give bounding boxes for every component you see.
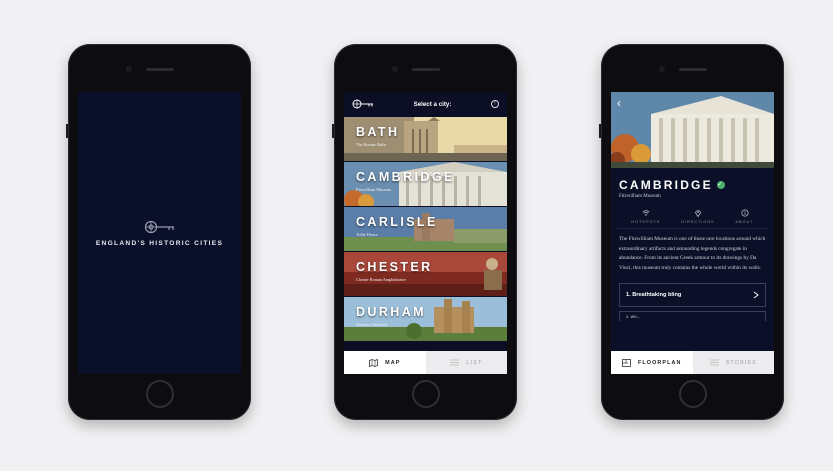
home-button[interactable] <box>411 380 440 408</box>
city-card-carlisle[interactable]: CARLISLE Tullie House <box>344 207 507 251</box>
app-title: ENGLAND'S HISTORIC CITIES <box>95 239 224 247</box>
front-camera <box>659 66 665 72</box>
earpiece-speaker <box>678 68 707 71</box>
list-icon <box>709 359 719 366</box>
city-name: CARLISLE <box>356 215 438 229</box>
chevron-right-icon <box>753 291 759 299</box>
splash-screen: ENGLAND'S HISTORIC CITIES <box>78 92 241 374</box>
floorplan-icon <box>622 358 631 367</box>
story-label: 2. Wh... <box>626 314 640 320</box>
header-title: Select a city: <box>413 100 452 108</box>
action-label: DIRECTIONS <box>681 220 715 224</box>
hotspots-button[interactable]: HOTSPOTS <box>631 209 660 224</box>
city-card-bath[interactable]: BATH The Roman Baths <box>344 117 507 161</box>
directions-button[interactable]: DIRECTIONS <box>681 209 714 224</box>
hero-image: ‹ <box>611 92 774 168</box>
phone-splash: ENGLAND'S HISTORIC CITIES <box>66 44 251 420</box>
story-item[interactable]: 1. Breathtaking bling <box>619 283 766 308</box>
key-logo-icon <box>144 220 174 233</box>
tab-label: MAP <box>385 359 401 366</box>
action-label: HOTSPOTS <box>631 220 661 224</box>
carlisle-illustration <box>344 207 507 251</box>
story-item[interactable]: 2. Wh... <box>619 311 766 322</box>
action-label: ABOUT <box>735 220 754 224</box>
city-name: BATH <box>356 125 400 139</box>
front-camera <box>126 66 132 72</box>
story-label: 1. Breathtaking bling <box>626 292 682 299</box>
city-subtitle: Durham Cathedral <box>356 322 388 327</box>
chester-illustration <box>344 252 507 296</box>
about-button[interactable]: ABOUT <box>735 209 753 224</box>
check-badge-icon: ✓ <box>716 181 725 189</box>
info-icon[interactable]: ! <box>491 100 499 108</box>
home-button[interactable] <box>678 380 707 408</box>
wifi-icon <box>642 210 650 216</box>
city-card-chester[interactable]: CHESTER Chester Roman Amphitheatre <box>344 252 507 296</box>
city-list-screen: Select a city: ! BATH The Roman Baths CA… <box>344 92 507 374</box>
tab-stories[interactable]: STORIES <box>692 351 774 374</box>
map-icon <box>369 358 379 367</box>
city-name: DURHAM <box>356 305 426 319</box>
fitzwilliam-illustration <box>611 92 774 168</box>
city-subtitle: Tullie House <box>356 232 378 237</box>
city-detail-screen: ‹ CAMBRIDGE ✓ Fitzwilliam Museum HOTSPOT… <box>611 92 774 374</box>
description: The Fitzwilliam Museum is one of those r… <box>619 236 766 271</box>
city-name: CHESTER <box>356 260 433 274</box>
list-icon <box>450 359 460 366</box>
side-button <box>332 124 334 138</box>
phone-city-detail: ‹ CAMBRIDGE ✓ Fitzwilliam Museum HOTSPOT… <box>599 44 784 420</box>
action-bar: HOTSPOTS DIRECTIONS ABOUT <box>617 201 768 229</box>
info-icon <box>740 209 749 217</box>
tab-floorplan[interactable]: FLOORPLAN <box>611 351 693 374</box>
side-button <box>599 124 601 138</box>
tab-label: LIST <box>466 359 483 366</box>
top-bar: Select a city: ! <box>344 92 507 116</box>
city-title: CAMBRIDGE ✓ <box>611 168 774 192</box>
cambridge-illustration <box>344 162 507 206</box>
front-camera <box>392 66 398 72</box>
city-subtitle: Fitzwilliam Museum <box>356 187 392 192</box>
tab-label: FLOORPLAN <box>638 359 682 366</box>
back-arrow-icon[interactable]: ‹ <box>617 96 621 110</box>
durham-illustration <box>344 297 507 341</box>
bottom-tab-bar: MAP LIST <box>344 351 507 374</box>
tab-list[interactable]: LIST <box>425 351 507 374</box>
city-subtitle: The Roman Baths <box>356 142 387 147</box>
tab-map[interactable]: MAP <box>344 351 426 374</box>
bath-illustration <box>344 117 507 161</box>
bottom-tab-bar: FLOORPLAN STORIES <box>611 351 774 374</box>
tab-label: STORIES <box>725 359 757 366</box>
location-subtitle: Fitzwilliam Museum <box>619 194 661 199</box>
city-subtitle: Chester Roman Amphitheatre <box>356 277 406 282</box>
city-name: CAMBRIDGE <box>356 170 455 184</box>
side-button <box>66 124 68 138</box>
city-title-text: CAMBRIDGE <box>619 178 713 192</box>
key-logo-icon[interactable] <box>352 99 374 109</box>
earpiece-speaker <box>145 68 174 71</box>
city-card-durham[interactable]: DURHAM Durham Cathedral <box>344 297 507 341</box>
location-pin-icon <box>695 210 701 217</box>
home-button[interactable] <box>145 380 174 408</box>
earpiece-speaker <box>411 68 440 71</box>
city-card-cambridge[interactable]: CAMBRIDGE Fitzwilliam Museum <box>344 162 507 206</box>
phone-city-list: Select a city: ! BATH The Roman Baths CA… <box>332 44 517 420</box>
